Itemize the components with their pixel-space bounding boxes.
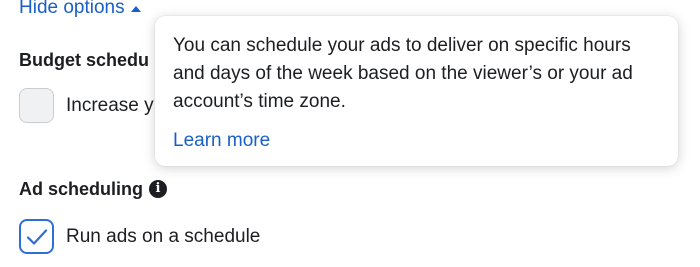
checkmark-icon [26,228,47,245]
hide-options-label: Hide options [19,0,125,18]
ad-scheduling-title: Ad scheduling i [19,178,168,200]
info-icon[interactable]: i [149,180,168,198]
budget-schedule-option[interactable]: Increase y [19,88,154,123]
caret-up-icon [130,5,141,12]
run-ads-on-schedule-checkbox[interactable] [19,219,54,254]
learn-more-link[interactable]: Learn more [173,130,270,152]
budget-scheduling-title: Budget schedu [19,50,150,70]
info-tooltip: You can schedule your ads to deliver on … [155,16,678,166]
ad-scheduling-title-text: Ad scheduling [19,179,144,199]
hide-options-toggle[interactable]: Hide options [19,0,141,20]
budget-schedule-checkbox-label: Increase y [66,94,154,116]
tooltip-text: You can schedule your ads to deliver on … [173,35,633,112]
run-ads-on-schedule-label: Run ads on a schedule [66,225,261,247]
run-ads-on-schedule-option[interactable]: Run ads on a schedule [19,219,260,254]
budget-schedule-checkbox[interactable] [19,88,54,123]
ad-settings-panel: Hide options Budget schedu Increase y Ad… [0,0,700,267]
